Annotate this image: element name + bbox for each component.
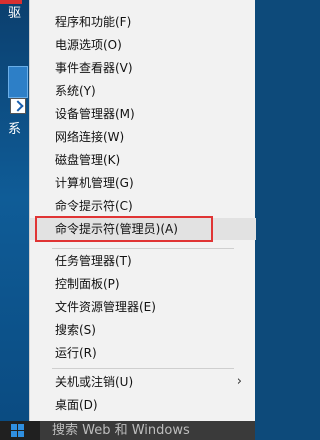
menu-item-task-manager[interactable]: 任务管理器(T) xyxy=(30,250,256,272)
menu-item-run[interactable]: 运行(R) xyxy=(30,342,256,364)
desktop-label-mid[interactable]: 系 xyxy=(8,118,21,137)
menu-item-label: 关机或注销(U) xyxy=(55,375,134,389)
menu-item-power-options[interactable]: 电源选项(O) xyxy=(30,34,256,56)
menu-item-command-prompt[interactable]: 命令提示符(C) xyxy=(30,195,256,217)
taskbar: 搜索 Web 和 Windows xyxy=(0,421,255,440)
win-x-context-menu: 程序和功能(F) 电源选项(O) 事件查看器(V) 系统(Y) 设备管理器(M)… xyxy=(29,0,256,421)
taskbar-search-box[interactable]: 搜索 Web 和 Windows xyxy=(40,421,255,440)
menu-item-control-panel[interactable]: 控制面板(P) xyxy=(30,273,256,295)
menu-item-file-explorer[interactable]: 文件资源管理器(E) xyxy=(30,296,256,318)
menu-separator xyxy=(52,248,234,249)
start-button[interactable] xyxy=(0,421,40,440)
menu-item-device-manager[interactable]: 设备管理器(M) xyxy=(30,103,256,125)
shortcut-arrow-icon xyxy=(10,98,26,114)
desktop-label-top: 驱 xyxy=(8,6,22,21)
menu-item-network-connections[interactable]: 网络连接(W) xyxy=(30,126,256,148)
menu-item-command-prompt-admin[interactable]: 命令提示符(管理员)(A) xyxy=(30,218,256,240)
windows-logo-icon xyxy=(11,424,25,437)
desktop-app-icon[interactable] xyxy=(8,66,28,98)
menu-item-computer-management[interactable]: 计算机管理(G) xyxy=(30,172,256,194)
menu-item-disk-management[interactable]: 磁盘管理(K) xyxy=(30,149,256,171)
menu-item-shutdown-signout[interactable]: 关机或注销(U) › xyxy=(30,371,256,393)
menu-item-search[interactable]: 搜索(S) xyxy=(30,319,256,341)
chevron-right-icon: › xyxy=(236,374,242,389)
menu-item-desktop[interactable]: 桌面(D) xyxy=(30,394,256,416)
menu-separator xyxy=(52,368,234,369)
menu-item-programs-features[interactable]: 程序和功能(F) xyxy=(30,11,256,33)
menu-item-event-viewer[interactable]: 事件查看器(V) xyxy=(30,57,256,79)
menu-item-system[interactable]: 系统(Y) xyxy=(30,80,256,102)
